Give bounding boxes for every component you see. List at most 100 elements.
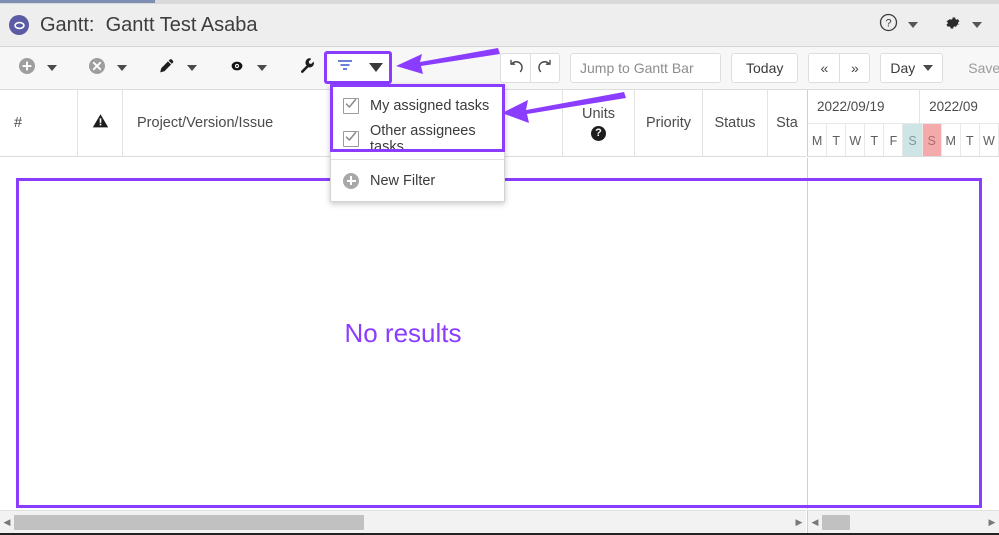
menu-item-label: New Filter bbox=[370, 172, 436, 189]
remove-button[interactable] bbox=[84, 55, 110, 81]
filter-button[interactable] bbox=[327, 55, 364, 81]
gantt-week-row: 2022/09/19 2022/09 bbox=[808, 90, 999, 123]
openproject-logo-icon bbox=[9, 15, 29, 35]
triangle-left-icon[interactable]: ◀ bbox=[808, 517, 822, 528]
menu-item-label: My assigned tasks bbox=[370, 97, 490, 114]
scrollbar-track[interactable] bbox=[14, 515, 792, 530]
jump-to-gantt-bar-input[interactable] bbox=[570, 53, 721, 83]
gantt-day-cell: T bbox=[961, 124, 980, 156]
gantt-day-cell: T bbox=[827, 124, 847, 156]
filter-dropdown-toggle[interactable] bbox=[364, 55, 389, 81]
menu-item-other-assignees-tasks[interactable]: Other assignees tasks bbox=[331, 122, 504, 155]
filter-dropdown-menu: My assigned tasks Other assignees tasks … bbox=[330, 84, 505, 202]
filter-icon bbox=[335, 57, 355, 78]
gantt-day-cell: W bbox=[846, 124, 866, 156]
column-header-status[interactable]: Status bbox=[703, 90, 768, 156]
help-button[interactable]: ? bbox=[874, 10, 903, 40]
column-header-units[interactable]: Units ? bbox=[563, 90, 635, 156]
next-period-button[interactable]: » bbox=[839, 53, 871, 83]
checkbox-checked-icon[interactable] bbox=[343, 130, 359, 147]
pencil-icon bbox=[158, 57, 176, 80]
view-button[interactable] bbox=[224, 55, 250, 81]
column-header-alert[interactable] bbox=[78, 90, 123, 156]
undo-arrow-icon bbox=[508, 59, 524, 78]
save-button[interactable]: Save bbox=[953, 53, 999, 83]
gantt-chart-body bbox=[807, 158, 999, 509]
menu-item-new-filter[interactable]: New Filter bbox=[331, 164, 504, 197]
gantt-day-cell-saturday: S bbox=[903, 124, 923, 156]
warning-triangle-icon bbox=[92, 113, 109, 133]
gear-icon bbox=[942, 13, 962, 38]
today-button[interactable]: Today bbox=[731, 53, 799, 83]
menu-item-label: Other assignees tasks bbox=[370, 122, 476, 155]
active-tab-indicator bbox=[0, 0, 155, 3]
x-circle-icon bbox=[88, 57, 106, 80]
gantt-day-cell: W bbox=[980, 124, 999, 156]
empty-state-message: No results bbox=[344, 318, 462, 348]
gantt-week-label: 2022/09/19 bbox=[808, 90, 921, 123]
chevron-down-icon bbox=[369, 63, 384, 72]
work-package-table-body: No results bbox=[0, 158, 806, 509]
plus-circle-icon bbox=[18, 57, 36, 80]
column-header-priority[interactable]: Priority bbox=[635, 90, 703, 156]
add-dropdown-toggle[interactable] bbox=[40, 55, 64, 81]
scrollbar-track[interactable] bbox=[822, 514, 985, 530]
gantt-week-label: 2022/09 bbox=[929, 99, 978, 114]
add-button[interactable] bbox=[14, 55, 40, 81]
triangle-right-icon[interactable]: ▶ bbox=[985, 517, 999, 528]
triangle-left-icon[interactable]: ◀ bbox=[0, 517, 14, 528]
help-circle-icon[interactable]: ? bbox=[591, 126, 606, 142]
chevron-down-icon bbox=[117, 65, 127, 71]
remove-control bbox=[84, 55, 134, 81]
plus-circle-icon bbox=[343, 172, 359, 189]
chevron-down-icon bbox=[187, 65, 197, 71]
previous-period-button[interactable]: « bbox=[808, 53, 840, 83]
gantt-timeline-header: 2022/09/19 2022/09 M T W T F S S M T W bbox=[807, 90, 999, 157]
gantt-horizontal-scrollbar[interactable]: ◀ ▶ bbox=[807, 510, 999, 533]
zoom-level-label: Day bbox=[890, 60, 916, 76]
gantt-day-cell: M bbox=[808, 124, 828, 156]
chevron-down-icon bbox=[908, 22, 918, 28]
gantt-view-controls: Today « » Day Save bbox=[500, 47, 999, 89]
chevron-down-icon bbox=[47, 65, 57, 71]
edit-control bbox=[154, 55, 204, 81]
triangle-right-icon[interactable]: ▶ bbox=[792, 517, 806, 528]
settings-dropdown-toggle[interactable] bbox=[967, 10, 987, 40]
gantt-application-window: Gantt: Gantt Test Asaba ? Jump to Gantt … bbox=[0, 0, 999, 535]
redo-arrow-icon bbox=[537, 59, 553, 78]
redo-button[interactable] bbox=[530, 53, 560, 83]
undo-button[interactable] bbox=[500, 53, 530, 83]
gantt-day-cell-sunday: S bbox=[922, 124, 942, 156]
menu-item-my-assigned-tasks[interactable]: My assigned tasks bbox=[331, 89, 504, 122]
chevron-down-icon bbox=[923, 65, 934, 71]
header-actions: ? bbox=[874, 10, 999, 40]
gantt-day-cell: T bbox=[865, 124, 885, 156]
scrollbar-thumb[interactable] bbox=[822, 514, 850, 530]
svg-text:?: ? bbox=[885, 18, 891, 30]
remove-dropdown-toggle[interactable] bbox=[110, 55, 134, 81]
settings-button[interactable] bbox=[937, 10, 967, 40]
scrollbar-thumb[interactable] bbox=[14, 515, 365, 530]
chevron-down-icon bbox=[257, 65, 267, 71]
column-header-sta[interactable]: Sta bbox=[768, 90, 806, 156]
chevron-down-icon bbox=[972, 22, 982, 28]
help-dropdown-toggle[interactable] bbox=[903, 10, 923, 40]
wrench-icon bbox=[298, 56, 317, 80]
gantt-day-cell: M bbox=[942, 124, 961, 156]
edit-dropdown-toggle[interactable] bbox=[180, 55, 204, 81]
scrollbar-row: ◀ ▶ ◀ ▶ bbox=[0, 510, 999, 535]
edit-button[interactable] bbox=[154, 55, 180, 81]
gantt-day-row: M T W T F S S M T W bbox=[808, 123, 999, 156]
filter-button-highlight bbox=[324, 51, 392, 84]
settings-wrench-button[interactable] bbox=[294, 55, 320, 81]
table-horizontal-scrollbar[interactable]: ◀ ▶ bbox=[0, 510, 806, 534]
gantt-day-cell: F bbox=[884, 124, 904, 156]
checkbox-checked-icon[interactable] bbox=[343, 97, 359, 114]
column-header-num[interactable]: # bbox=[0, 90, 78, 156]
page-header: Gantt: Gantt Test Asaba ? bbox=[0, 4, 999, 47]
page-title: Gantt: Gantt Test Asaba bbox=[40, 13, 258, 36]
zoom-level-select[interactable]: Day bbox=[880, 53, 944, 83]
view-dropdown-toggle[interactable] bbox=[250, 55, 274, 81]
menu-separator bbox=[331, 159, 504, 160]
timeline-navigation: « » bbox=[808, 53, 871, 83]
